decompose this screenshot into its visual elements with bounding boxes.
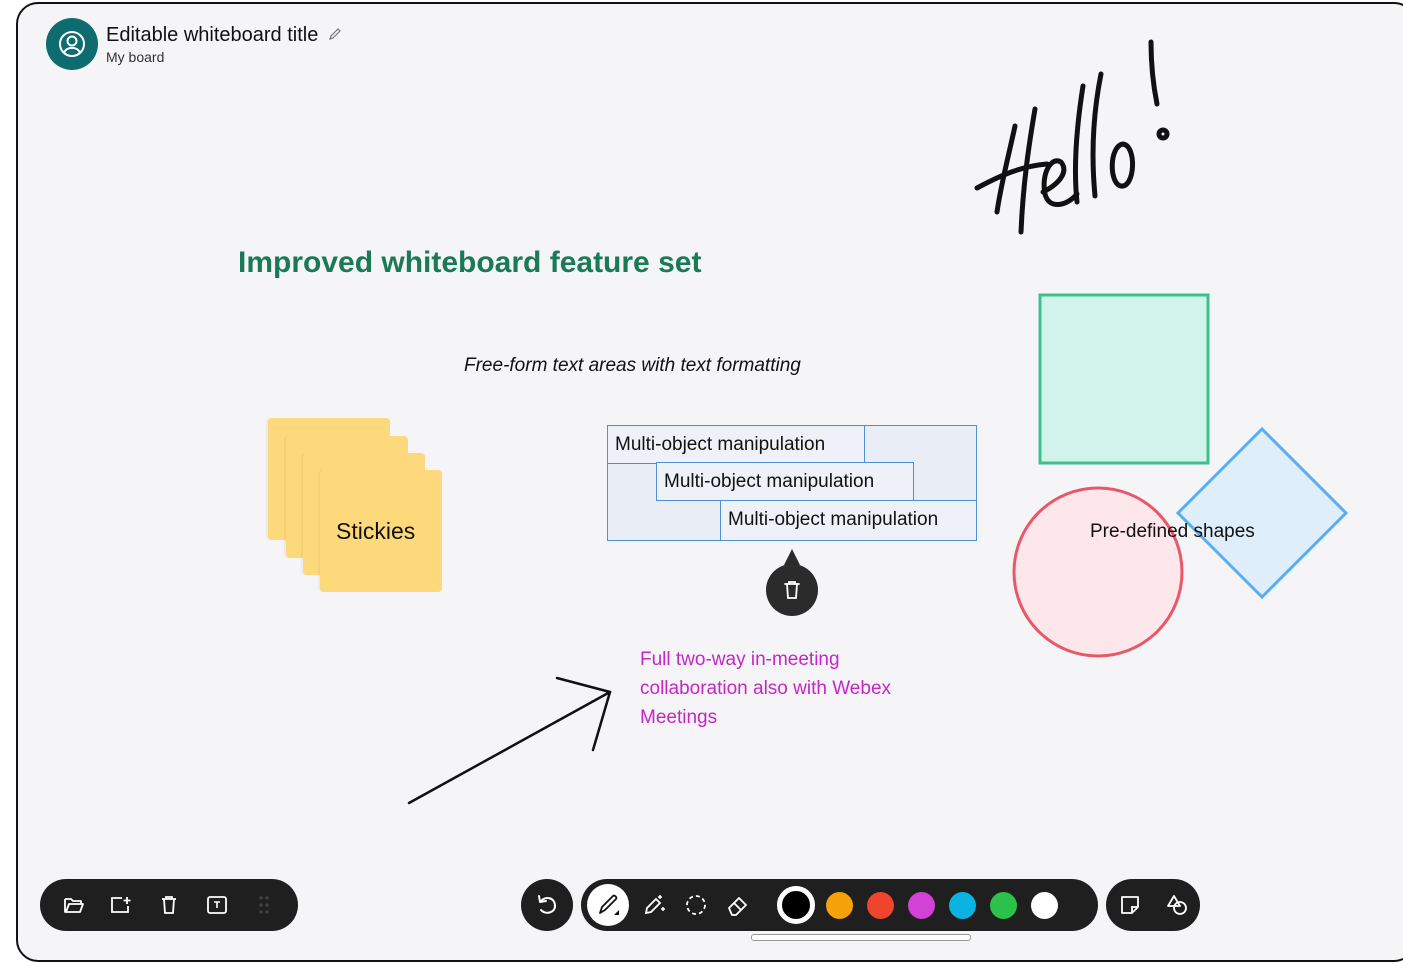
pencil-icon[interactable] bbox=[328, 27, 342, 41]
color-black[interactable] bbox=[777, 886, 815, 924]
insert-toolbar bbox=[1106, 879, 1200, 931]
pen-icon bbox=[599, 894, 619, 915]
open-folder-icon[interactable] bbox=[59, 890, 89, 920]
board-subtitle: My board bbox=[106, 49, 165, 65]
board-title[interactable]: Editable whiteboard title bbox=[106, 24, 342, 47]
text-object[interactable]: Multi-object manipulation bbox=[607, 425, 865, 464]
text-box-icon[interactable] bbox=[202, 890, 232, 920]
color-white[interactable] bbox=[1031, 891, 1058, 919]
drawn-arrow[interactable] bbox=[403, 672, 623, 812]
new-board-icon[interactable] bbox=[106, 890, 136, 920]
sticky-label: Stickies bbox=[336, 518, 416, 544]
shapes-label[interactable]: Pre-defined shapes bbox=[1090, 521, 1255, 543]
sticky-note-icon[interactable] bbox=[1115, 890, 1145, 920]
text-object[interactable]: Multi-object manipulation bbox=[720, 500, 977, 541]
color-orange[interactable] bbox=[826, 891, 853, 919]
color-red[interactable] bbox=[867, 891, 894, 919]
board-title-text: Editable whiteboard title bbox=[106, 24, 319, 46]
circle-shape[interactable] bbox=[1012, 486, 1184, 658]
shapes-icon[interactable] bbox=[1162, 890, 1192, 920]
lasso-select-icon[interactable] bbox=[681, 890, 711, 920]
avatar[interactable] bbox=[46, 18, 98, 70]
delete-selection-button[interactable] bbox=[766, 564, 818, 616]
undo-button[interactable] bbox=[521, 879, 573, 931]
color-magenta[interactable] bbox=[908, 891, 935, 919]
square-shape[interactable] bbox=[1038, 293, 1210, 465]
user-circle-icon bbox=[59, 31, 85, 57]
text-object[interactable]: Multi-object manipulation bbox=[656, 462, 914, 501]
predefined-shapes[interactable] bbox=[998, 284, 1378, 674]
pen-tool-button[interactable] bbox=[587, 884, 629, 926]
board-toolbar bbox=[40, 879, 298, 931]
eraser-icon[interactable] bbox=[723, 890, 753, 920]
undo-icon bbox=[538, 895, 557, 914]
drawing-toolbar bbox=[581, 879, 1098, 931]
drag-handle-icon[interactable] bbox=[249, 890, 279, 920]
trash-icon bbox=[784, 581, 800, 599]
magic-pen-icon[interactable] bbox=[639, 890, 669, 920]
freeform-text[interactable]: Free-form text areas with text formattin… bbox=[464, 355, 801, 377]
heading-text[interactable]: Improved whiteboard feature set bbox=[238, 246, 701, 280]
trash-icon[interactable] bbox=[154, 890, 184, 920]
color-green[interactable] bbox=[990, 891, 1017, 919]
whiteboard-canvas[interactable]: Editable whiteboard title My board Impro… bbox=[16, 2, 1403, 962]
home-indicator bbox=[751, 934, 971, 941]
color-cyan[interactable] bbox=[949, 891, 976, 919]
handwritten-hello[interactable] bbox=[973, 34, 1213, 244]
collaboration-text[interactable]: Full two-way in-meeting collaboration al… bbox=[640, 645, 900, 732]
